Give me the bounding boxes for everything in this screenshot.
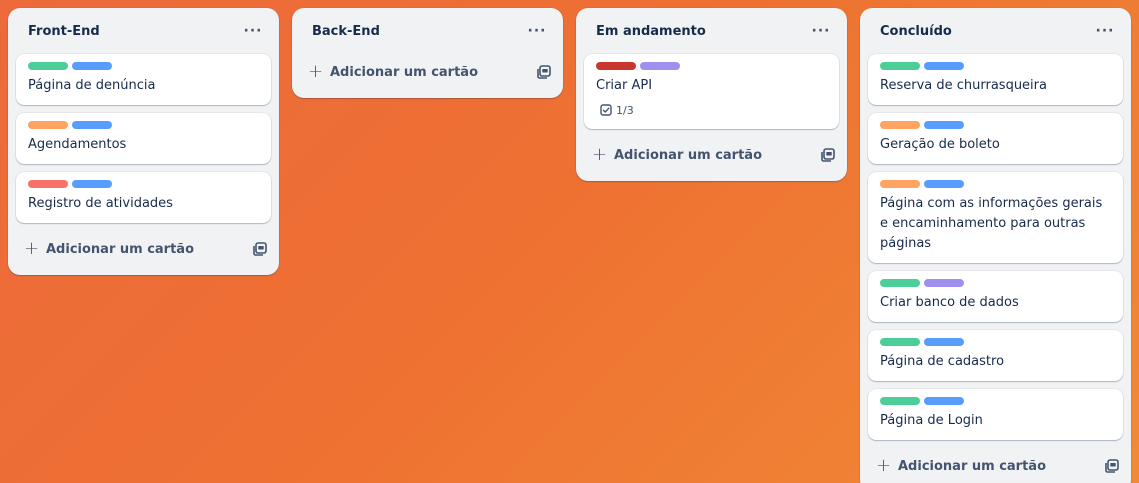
card-labels: [880, 180, 1111, 188]
card-template-icon[interactable]: [1105, 459, 1119, 473]
label-purple[interactable]: [640, 62, 680, 70]
card-labels: [880, 279, 1111, 287]
add-card-left: + Adicionar um cartão: [24, 240, 194, 258]
board: Front-End ··· Página de denúncia Agendam…: [0, 0, 1139, 483]
add-card-label: Adicionar um cartão: [898, 458, 1047, 474]
card-labels: [28, 121, 259, 129]
add-card-left: + Adicionar um cartão: [876, 457, 1046, 475]
list-title[interactable]: Front-End: [28, 24, 100, 39]
label-blue[interactable]: [72, 121, 112, 129]
card-title: Criar API: [596, 78, 653, 93]
list-back-end: Back-End ··· + Adicionar um cartão: [292, 8, 563, 98]
label-blue[interactable]: [72, 180, 112, 188]
card-pagina-de-cadastro[interactable]: Página de cadastro: [868, 330, 1123, 381]
add-card-label: Adicionar um cartão: [46, 241, 195, 257]
card-labels: [28, 180, 259, 188]
card-geracao-de-boleto[interactable]: Geração de boleto: [868, 113, 1123, 164]
card-title: Agendamentos: [28, 137, 127, 152]
label-orange[interactable]: [880, 121, 920, 129]
card-title: Página de Login: [880, 413, 983, 428]
plus-icon: +: [308, 61, 324, 82]
label-purple[interactable]: [924, 279, 964, 287]
card-list: Reserva de churrasqueira Geração de bole…: [860, 54, 1131, 440]
card-title: Reserva de churrasqueira: [880, 78, 1047, 93]
add-card-button[interactable]: + Adicionar um cartão: [292, 54, 563, 90]
label-orange[interactable]: [28, 121, 68, 129]
card-reserva-de-churrasqueira[interactable]: Reserva de churrasqueira: [868, 54, 1123, 105]
checklist-count: 1/3: [616, 103, 634, 117]
plus-icon: +: [876, 455, 892, 476]
card-labels: [880, 338, 1111, 346]
card-template-icon[interactable]: [821, 148, 835, 162]
label-green[interactable]: [880, 62, 920, 70]
label-red[interactable]: [28, 180, 68, 188]
card-title: Criar banco de dados: [880, 295, 1019, 310]
add-card-button[interactable]: + Adicionar um cartão: [860, 448, 1131, 483]
card-title: Geração de boleto: [880, 137, 1000, 152]
add-card-left: + Adicionar um cartão: [308, 63, 478, 81]
list-header: Back-End ···: [292, 8, 563, 54]
more-horizontal-icon[interactable]: ···: [239, 17, 267, 45]
more-horizontal-icon[interactable]: ···: [1091, 17, 1119, 45]
more-horizontal-icon[interactable]: ···: [523, 17, 551, 45]
label-green[interactable]: [880, 397, 920, 405]
list-header: Em andamento ···: [576, 8, 847, 54]
label-green[interactable]: [880, 279, 920, 287]
card-title: Página com as informações gerais e encam…: [880, 196, 1103, 251]
card-registro-de-atividades[interactable]: Registro de atividades: [16, 172, 271, 223]
card-list: Criar API 1/3: [576, 54, 847, 129]
plus-icon: +: [592, 144, 608, 165]
card-title: Registro de atividades: [28, 196, 173, 211]
card-criar-api[interactable]: Criar API 1/3: [584, 54, 839, 129]
label-blue[interactable]: [924, 338, 964, 346]
checklist-icon: [600, 104, 612, 116]
card-list: Página de denúncia Agendamentos Registro…: [8, 54, 279, 223]
card-pagina-de-denuncia[interactable]: Página de denúncia: [16, 54, 271, 105]
card-title: Página de cadastro: [880, 354, 1005, 369]
label-green[interactable]: [28, 62, 68, 70]
label-blue[interactable]: [924, 397, 964, 405]
more-horizontal-icon[interactable]: ···: [807, 17, 835, 45]
card-pagina-de-login[interactable]: Página de Login: [868, 389, 1123, 440]
card-labels: [880, 121, 1111, 129]
card-template-icon[interactable]: [253, 242, 267, 256]
label-blue[interactable]: [924, 121, 964, 129]
add-card-label: Adicionar um cartão: [614, 147, 763, 163]
list-title[interactable]: Em andamento: [596, 24, 706, 39]
label-green[interactable]: [880, 338, 920, 346]
label-blue[interactable]: [72, 62, 112, 70]
list-front-end: Front-End ··· Página de denúncia Agendam…: [8, 8, 279, 275]
card-agendamentos[interactable]: Agendamentos: [16, 113, 271, 164]
card-criar-banco-de-dados[interactable]: Criar banco de dados: [868, 271, 1123, 322]
list-title[interactable]: Concluído: [880, 24, 952, 39]
label-orange[interactable]: [880, 180, 920, 188]
card-labels: [880, 62, 1111, 70]
list-title[interactable]: Back-End: [312, 24, 380, 39]
card-template-icon[interactable]: [537, 65, 551, 79]
add-card-label: Adicionar um cartão: [330, 64, 479, 80]
plus-icon: +: [24, 238, 40, 259]
label-blue[interactable]: [924, 62, 964, 70]
add-card-button[interactable]: + Adicionar um cartão: [576, 137, 847, 173]
list-header: Concluído ···: [860, 8, 1131, 54]
card-badges: 1/3: [596, 100, 827, 120]
label-darkred[interactable]: [596, 62, 636, 70]
card-labels: [596, 62, 827, 70]
list-header: Front-End ···: [8, 8, 279, 54]
card-labels: [880, 397, 1111, 405]
list-em-andamento: Em andamento ··· Criar API 1/3 + Adicion…: [576, 8, 847, 181]
card-pagina-informacoes-gerais[interactable]: Página com as informações gerais e encam…: [868, 172, 1123, 263]
label-blue[interactable]: [924, 180, 964, 188]
card-title: Página de denúncia: [28, 78, 156, 93]
card-labels: [28, 62, 259, 70]
list-concluido: Concluído ··· Reserva de churrasqueira G…: [860, 8, 1131, 483]
add-card-left: + Adicionar um cartão: [592, 146, 762, 164]
add-card-button[interactable]: + Adicionar um cartão: [8, 231, 279, 267]
